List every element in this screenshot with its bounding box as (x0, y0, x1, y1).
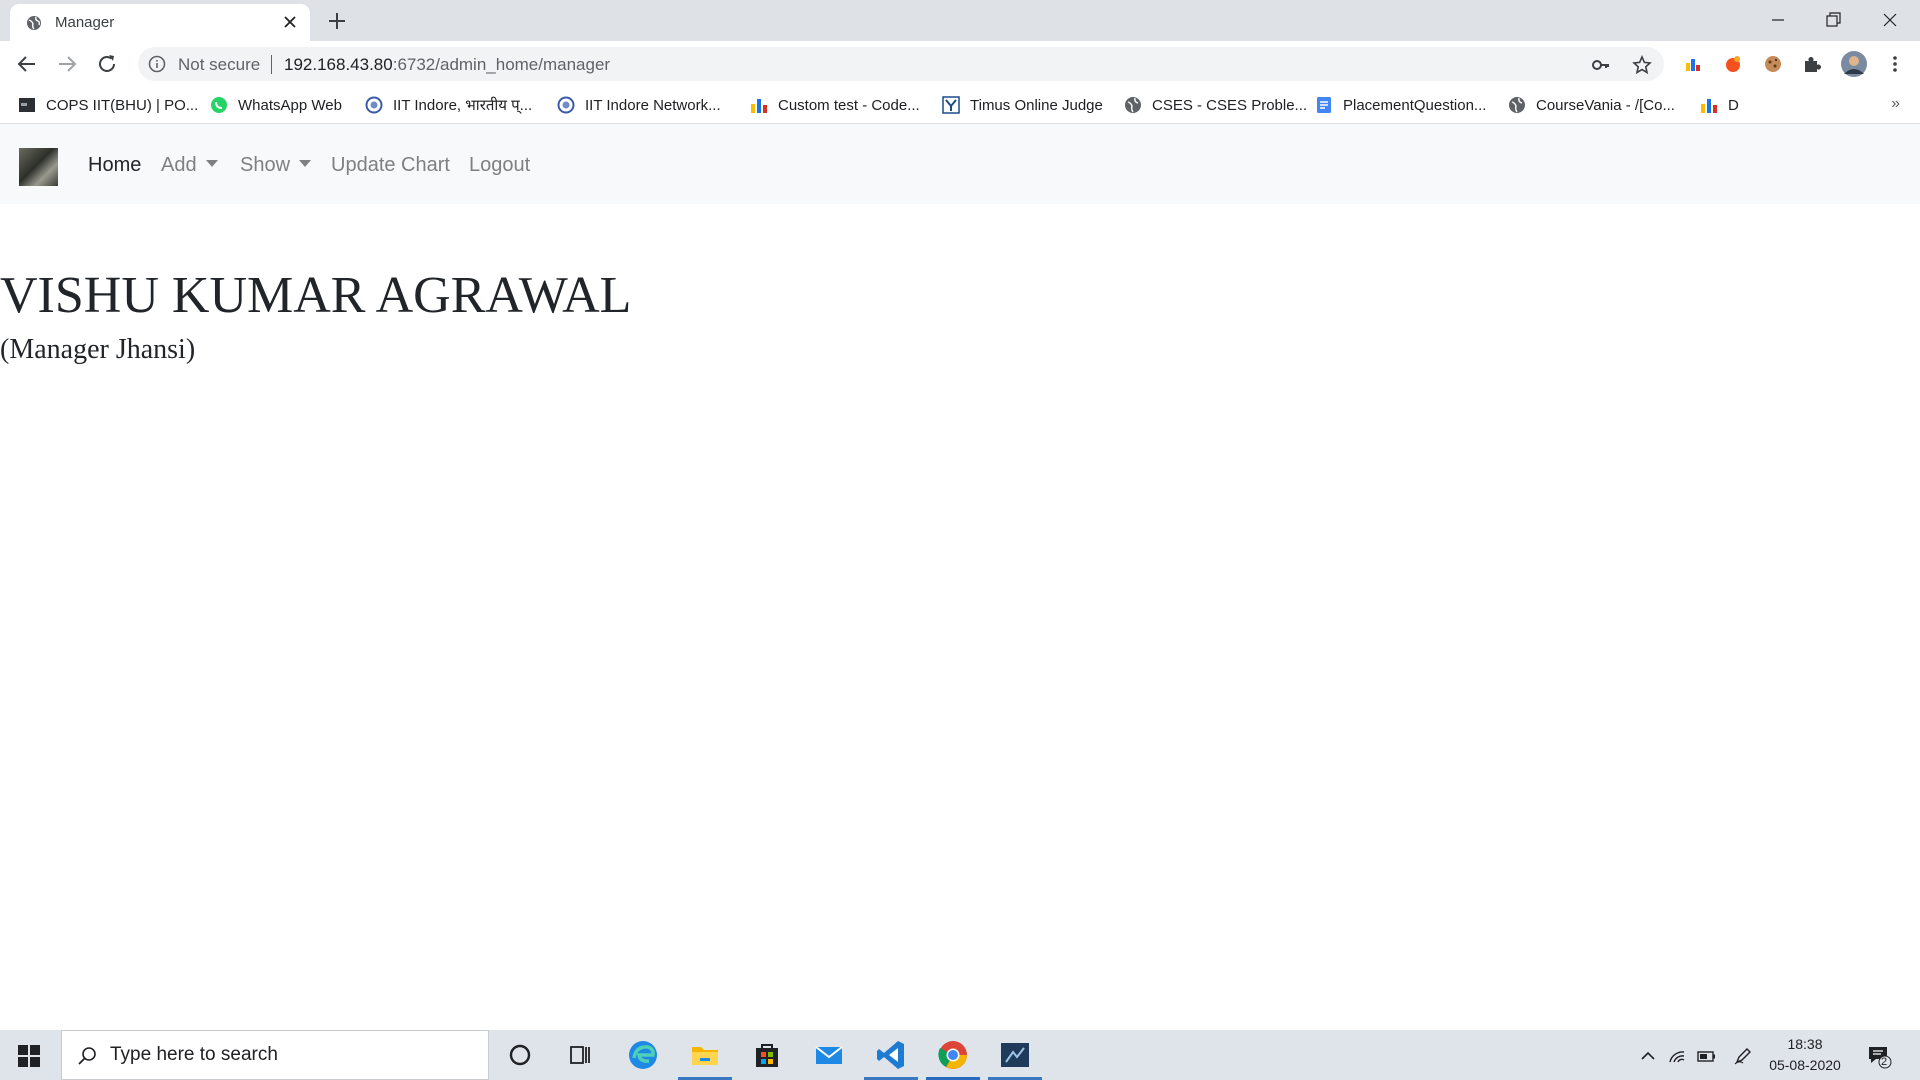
bookmark-label: WhatsApp Web (238, 96, 342, 114)
timus-icon (942, 96, 960, 114)
bookmark-placement[interactable]: PlacementQuestion... (1315, 93, 1486, 117)
bookmark-label: COPS IIT(BHU) | PO... (46, 96, 199, 114)
bookmark-label: Timus Online Judge (970, 96, 1103, 114)
whatsapp-icon (211, 97, 227, 113)
bookmark-cops[interactable]: COPS IIT(BHU) | PO... (18, 93, 198, 117)
divider (271, 55, 272, 74)
bookmark-d[interactable]: D (1700, 93, 1739, 117)
vscode-icon[interactable] (874, 1038, 908, 1072)
extension-cookie-icon[interactable] (1762, 53, 1784, 75)
key-icon[interactable] (1591, 55, 1611, 75)
pen-icon[interactable] (1733, 1046, 1753, 1066)
url-text[interactable]: 192.168.43.80:6732/admin_home/manager (284, 55, 610, 75)
chevron-down-icon (299, 160, 312, 168)
close-tab-icon[interactable] (280, 12, 300, 32)
bookmark-timus[interactable]: Timus Online Judge (942, 93, 1103, 117)
search-icon (78, 1047, 96, 1065)
restore-icon[interactable] (1821, 8, 1845, 32)
nav-home[interactable]: Home (88, 154, 141, 177)
nav-update-chart[interactable]: Update Chart (331, 154, 450, 177)
tab-strip: Manager (0, 0, 1920, 41)
cops-icon (19, 98, 35, 112)
site-navbar: Home Add Show Update Chart Logout (0, 124, 1920, 204)
nav-show-dropdown[interactable]: Show (240, 154, 312, 177)
mail-icon[interactable] (812, 1038, 846, 1072)
browser-tab[interactable]: Manager (10, 4, 310, 41)
iit-indore-network-icon (557, 96, 575, 114)
clock-date: 05-08-2020 (1769, 1057, 1841, 1073)
iit-indore-icon (365, 96, 383, 114)
bookmark-iit-indore-network[interactable]: IIT Indore Network... (557, 93, 721, 117)
menu-kebab-icon[interactable] (1884, 53, 1906, 75)
forward-icon[interactable] (55, 52, 79, 76)
edge-icon[interactable] (626, 1038, 660, 1072)
codeforces-icon (1701, 99, 1717, 113)
nav-logout[interactable]: Logout (469, 154, 530, 177)
chrome-icon[interactable] (936, 1038, 970, 1072)
nav-show-label: Show (240, 154, 291, 176)
nav-add-dropdown[interactable]: Add (161, 154, 218, 177)
info-icon[interactable] (148, 55, 166, 73)
bookmarks-bar: COPS IIT(BHU) | PO... WhatsApp Web IIT I… (0, 87, 1920, 124)
bookmark-label: D (1728, 96, 1739, 114)
bookmark-whatsapp[interactable]: WhatsApp Web (210, 93, 342, 117)
browser-toolbar: Not secure 192.168.43.80:6732/admin_home… (0, 41, 1920, 87)
bookmark-label: CourseVania - /[Co... (1536, 96, 1675, 114)
bookmark-star-icon[interactable] (1632, 55, 1652, 75)
extension-chart-icon[interactable] (1682, 53, 1704, 75)
globe-icon (1125, 97, 1141, 113)
chevron-down-icon (205, 160, 218, 168)
reload-icon[interactable] (95, 52, 119, 76)
bookmark-codeforces[interactable]: Custom test - Code... (750, 93, 920, 117)
back-icon[interactable] (15, 52, 39, 76)
bookmark-label: Custom test - Code... (778, 96, 920, 114)
url-path: :6732/admin_home/manager (392, 55, 611, 74)
taskbar-search-box[interactable]: Type here to search (61, 1030, 489, 1080)
notification-count: 2 (1881, 1056, 1888, 1068)
file-explorer-icon[interactable] (688, 1038, 722, 1072)
address-bar[interactable]: Not secure 192.168.43.80:6732/admin_home… (138, 47, 1664, 81)
bookmark-coursevania[interactable]: CourseVania - /[Co... (1508, 93, 1675, 117)
codeforces-icon (751, 99, 767, 113)
taskbar-clock[interactable]: 18:38 05-08-2020 (1760, 1034, 1850, 1076)
clock-time: 18:38 (1787, 1036, 1823, 1052)
bookmark-label: IIT Indore Network... (585, 96, 721, 114)
bookmark-cses[interactable]: CSES - CSES Proble... (1124, 93, 1307, 117)
windows-start-icon[interactable] (18, 1045, 40, 1067)
taskbar: Type here to search 18:38 05-08-2020 2 (0, 1030, 1920, 1080)
cortana-icon[interactable] (503, 1038, 537, 1072)
search-placeholder: Type here to search (110, 1044, 278, 1065)
bookmark-iit-indore[interactable]: IIT Indore, भारतीय प्... (365, 93, 532, 117)
brand-logo[interactable] (19, 148, 58, 186)
manager-name: VISHU KUMAR AGRAWAL (0, 267, 632, 324)
store-icon[interactable] (750, 1038, 784, 1072)
security-label[interactable]: Not secure (178, 55, 260, 75)
bookmark-label: CSES - CSES Proble... (1152, 96, 1308, 114)
docs-icon (1317, 97, 1331, 113)
wifi-icon[interactable] (1667, 1046, 1687, 1066)
manager-role: (Manager Jhansi) (0, 334, 196, 365)
globe-icon (27, 16, 41, 30)
terminal-app-icon[interactable] (998, 1038, 1032, 1072)
new-tab-icon[interactable] (326, 10, 348, 32)
chevron-up-icon[interactable] (1638, 1046, 1658, 1066)
globe-icon (1509, 97, 1525, 113)
minimize-icon[interactable] (1766, 8, 1790, 32)
battery-icon[interactable] (1696, 1046, 1716, 1066)
page-content: Home Add Show Update Chart Logout VISHU … (0, 124, 1920, 1030)
url-host: 192.168.43.80 (284, 55, 393, 74)
bookmark-label: IIT Indore, भारतीय प्... (393, 97, 533, 114)
extensions-puzzle-icon[interactable] (1801, 53, 1823, 75)
bookmark-label: PlacementQuestion... (1343, 96, 1487, 114)
nav-add-label: Add (161, 154, 197, 176)
extension-orange-icon[interactable] (1722, 53, 1744, 75)
bookmarks-overflow-button[interactable]: » (1891, 95, 1900, 113)
tab-title: Manager (55, 14, 115, 31)
notification-center-icon[interactable] (1866, 1043, 1892, 1069)
profile-avatar[interactable] (1841, 51, 1867, 77)
task-view-icon[interactable] (563, 1038, 597, 1072)
close-window-icon[interactable] (1878, 8, 1902, 32)
